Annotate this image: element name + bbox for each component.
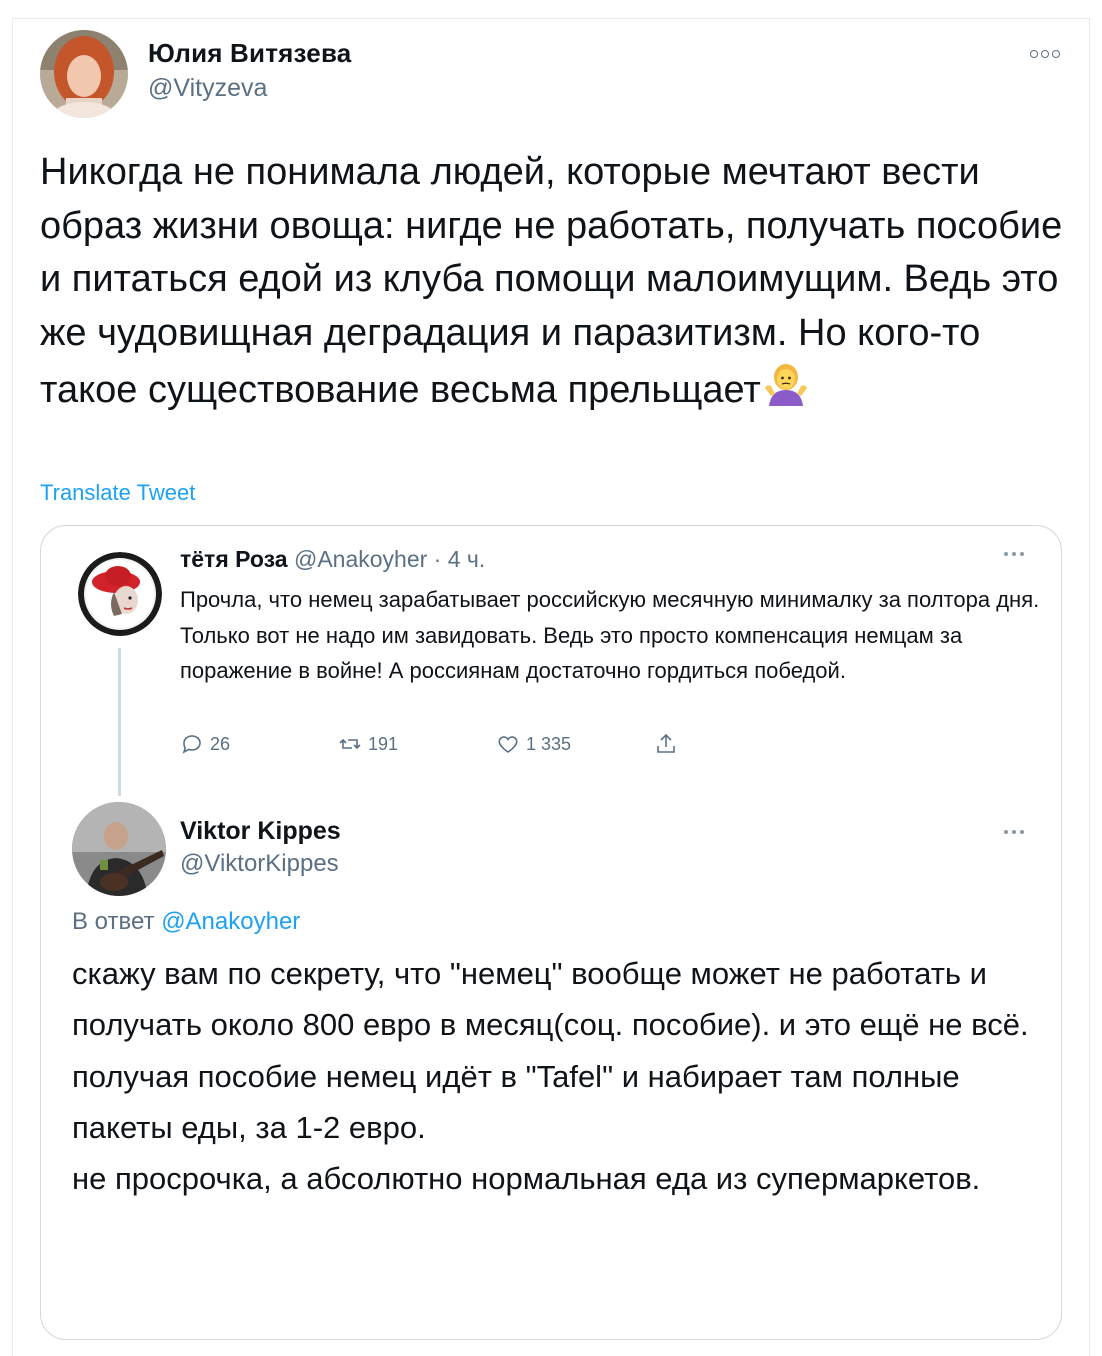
- share-icon: [657, 733, 675, 753]
- translate-tweet-link[interactable]: Translate Tweet: [40, 480, 195, 506]
- retweet-action[interactable]: 191: [338, 732, 398, 756]
- retweet-count: 191: [368, 733, 399, 754]
- quoted-action-bar: 26 191 1 335: [180, 732, 700, 764]
- reply-author-name[interactable]: Viktor Kippes: [180, 817, 341, 846]
- quoted-timestamp[interactable]: 4 ч.: [448, 546, 486, 572]
- person-shrugging-emoji-icon: [761, 360, 811, 410]
- heart-icon: [498, 736, 518, 753]
- quoted-author-avatar[interactable]: [78, 552, 162, 636]
- reply-text: скажу вам по секрету, что "немец" вообще…: [72, 956, 1029, 1197]
- more-options-icon[interactable]: [1030, 42, 1060, 66]
- quoted-author-handle[interactable]: @Anakoyher: [294, 546, 427, 572]
- reply-author-avatar[interactable]: [72, 802, 166, 896]
- reply-count: 26: [210, 733, 231, 754]
- quoted-more-options-icon[interactable]: [1004, 552, 1024, 556]
- reply-to-link[interactable]: @Anakoyher: [161, 908, 300, 935]
- author-avatar[interactable]: [40, 30, 128, 118]
- author-name[interactable]: Юлия Витязева: [148, 38, 351, 69]
- like-count: 1 335: [526, 733, 572, 754]
- tweet-body: Никогда не понимала людей, которые мечта…: [40, 151, 1063, 411]
- retweet-icon: [339, 738, 361, 750]
- reply-icon: [182, 735, 201, 754]
- quoted-header: тётя Роза @Anakoyher · 4 ч.: [180, 546, 485, 573]
- share-action[interactable]: [654, 732, 678, 756]
- thread-connector-line: [118, 648, 121, 796]
- like-action[interactable]: 1 335: [496, 732, 571, 756]
- reply-context: В ответ @Anakoyher: [72, 908, 300, 936]
- quoted-separator: ·: [427, 546, 448, 572]
- author-handle[interactable]: @Vityzeva: [148, 74, 267, 103]
- reply-prefix: В ответ: [72, 908, 155, 935]
- quoted-author-name[interactable]: тётя Роза: [180, 546, 288, 572]
- reply-action[interactable]: 26: [180, 732, 230, 756]
- quoted-text: Прочла, что немец зарабатывает российску…: [180, 587, 1040, 683]
- reply-author-handle[interactable]: @ViktorKippes: [180, 850, 339, 878]
- tweet-text: Никогда не понимала людей, которые мечта…: [40, 146, 1070, 418]
- reply-more-options-icon[interactable]: [1004, 830, 1024, 834]
